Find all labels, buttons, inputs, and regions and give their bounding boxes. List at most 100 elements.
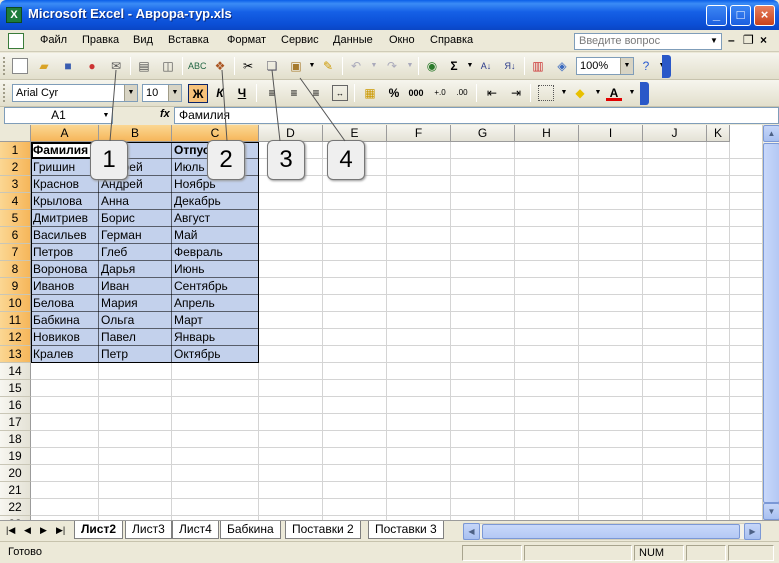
cell[interactable]: Дарья	[99, 261, 172, 278]
menu-tools[interactable]: Сервис	[281, 34, 319, 46]
sort-descending-icon[interactable]: Я↓	[502, 58, 518, 74]
cell[interactable]: Иван	[99, 278, 172, 295]
cell[interactable]: Васильев	[31, 227, 99, 244]
fill-color-icon[interactable]: ◆	[572, 85, 588, 101]
sheet-tab[interactable]: Лист3	[125, 521, 172, 539]
paste-icon[interactable]: ▣	[288, 58, 304, 74]
cut-icon[interactable]: ✂	[240, 58, 256, 74]
row-header[interactable]: 15	[0, 380, 31, 397]
comma-style-button[interactable]: 000	[406, 85, 426, 101]
menu-data[interactable]: Данные	[333, 34, 373, 46]
insert-function-icon[interactable]: fx	[160, 108, 170, 120]
cell[interactable]: Глеб	[99, 244, 172, 261]
cell[interactable]: Апрель	[172, 295, 259, 312]
prev-sheet-icon[interactable]: ◀	[24, 525, 31, 536]
row-header[interactable]: 16	[0, 397, 31, 414]
row-header[interactable]: 13	[0, 346, 31, 363]
row-header[interactable]: 5	[0, 210, 31, 227]
excel-app-icon[interactable]: X	[6, 7, 22, 23]
help-question-input[interactable]: Введите вопрос	[574, 33, 722, 50]
merge-center-icon[interactable]: ↔	[332, 85, 348, 101]
column-header-k[interactable]: K	[707, 125, 730, 142]
research-icon[interactable]: ❖	[212, 58, 228, 74]
sheet-tab-active[interactable]: Лист2	[74, 521, 124, 539]
name-box-dropdown-icon[interactable]: ▼	[100, 108, 112, 123]
paste-dropdown-icon[interactable]: ▼	[304, 58, 320, 74]
new-icon[interactable]	[12, 58, 28, 74]
cell[interactable]: Борис	[99, 210, 172, 227]
toolbar-options-button[interactable]	[662, 55, 671, 78]
align-left-icon[interactable]: ≡	[264, 85, 280, 101]
zoom-combo[interactable]: 100% ▼	[576, 57, 634, 75]
currency-icon[interactable]: ▦	[362, 85, 378, 101]
select-all-corner[interactable]	[0, 125, 31, 142]
cell[interactable]: Петр	[99, 346, 172, 363]
row-header[interactable]: 8	[0, 261, 31, 278]
row-header[interactable]: 10	[0, 295, 31, 312]
italic-button[interactable]: К	[210, 84, 230, 103]
autosum-icon[interactable]: Σ	[446, 58, 462, 74]
sheet-tab[interactable]: Лист4	[172, 521, 219, 539]
vertical-scrollbar[interactable]: ▲ ▼	[762, 125, 779, 520]
menu-view[interactable]: Вид	[133, 34, 153, 46]
document-icon[interactable]	[8, 33, 24, 49]
scroll-right-icon[interactable]: ▶	[744, 523, 761, 540]
first-sheet-icon[interactable]: |◀	[6, 525, 15, 536]
toolbar-grip[interactable]	[3, 84, 6, 102]
row-header[interactable]: 20	[0, 465, 31, 482]
font-size-dropdown-icon[interactable]: ▼	[168, 85, 181, 101]
redo-icon[interactable]: ↷	[384, 58, 400, 74]
cell[interactable]: Павел	[99, 329, 172, 346]
row-header[interactable]: 2	[0, 159, 31, 176]
scroll-left-icon[interactable]: ◀	[463, 523, 480, 540]
cell[interactable]: Август	[172, 210, 259, 227]
cell[interactable]: Дмитриев	[31, 210, 99, 227]
menu-edit[interactable]: Правка	[82, 34, 119, 46]
undo-dropdown-icon[interactable]: ▼	[366, 58, 382, 74]
cell[interactable]: Белова	[31, 295, 99, 312]
menu-window[interactable]: Окно	[389, 34, 415, 46]
menu-format[interactable]: Формат	[227, 34, 266, 46]
cell[interactable]: Новиков	[31, 329, 99, 346]
column-header-h[interactable]: H	[515, 125, 579, 142]
formula-input[interactable]: Фамилия	[174, 107, 779, 124]
help-icon[interactable]: ?	[638, 58, 654, 74]
decrease-decimal-icon[interactable]: .00	[454, 85, 470, 101]
cell[interactable]: Март	[172, 312, 259, 329]
format-painter-icon[interactable]: ✎	[320, 58, 336, 74]
toolbar-grip[interactable]	[3, 57, 6, 75]
print-icon[interactable]: ▤	[136, 58, 152, 74]
borders-dropdown-icon[interactable]: ▼	[556, 85, 572, 101]
cell[interactable]: Февраль	[172, 244, 259, 261]
column-header-f[interactable]: F	[387, 125, 451, 142]
cell[interactable]: Мария	[99, 295, 172, 312]
spreadsheet-grid[interactable]: ABCDEFGHIJK 1 2 3 4 5 6 7 8 9 10 11 12 13 14 15 16 17 18 1…	[0, 125, 779, 520]
chart-wizard-icon[interactable]: ▥	[530, 58, 546, 74]
row-header[interactable]: 14	[0, 363, 31, 380]
permission-icon[interactable]: ●	[84, 58, 100, 74]
cell[interactable]: Сентябрь	[172, 278, 259, 295]
row-header[interactable]: 1	[0, 142, 31, 159]
cell[interactable]: Октябрь	[172, 346, 259, 363]
spelling-icon[interactable]: ABC	[188, 58, 207, 74]
scroll-up-icon[interactable]: ▲	[763, 125, 779, 142]
sheet-tab[interactable]: Поставки 2	[285, 521, 361, 539]
cell[interactable]: Иванов	[31, 278, 99, 295]
doc-minimize-button[interactable]: –	[728, 33, 735, 47]
cell[interactable]: Кралев	[31, 346, 99, 363]
redo-dropdown-icon[interactable]: ▼	[402, 58, 418, 74]
row-header[interactable]: 21	[0, 482, 31, 499]
align-center-icon[interactable]: ≡	[286, 85, 302, 101]
save-icon[interactable]: ■	[60, 58, 76, 74]
menu-insert[interactable]: Вставка	[168, 34, 209, 46]
autosum-dropdown-icon[interactable]: ▼	[462, 58, 478, 74]
font-name-dropdown-icon[interactable]: ▼	[124, 85, 137, 101]
row-header[interactable]: 11	[0, 312, 31, 329]
cell[interactable]: Воронова	[31, 261, 99, 278]
horizontal-scrollbar[interactable]: ◀ ▶	[463, 523, 761, 540]
column-header-j[interactable]: J	[643, 125, 707, 142]
sheet-tab[interactable]: Бабкина	[220, 521, 281, 539]
cell[interactable]: Июнь	[172, 261, 259, 278]
cell[interactable]: Ольга	[99, 312, 172, 329]
percent-button[interactable]: %	[386, 85, 402, 101]
